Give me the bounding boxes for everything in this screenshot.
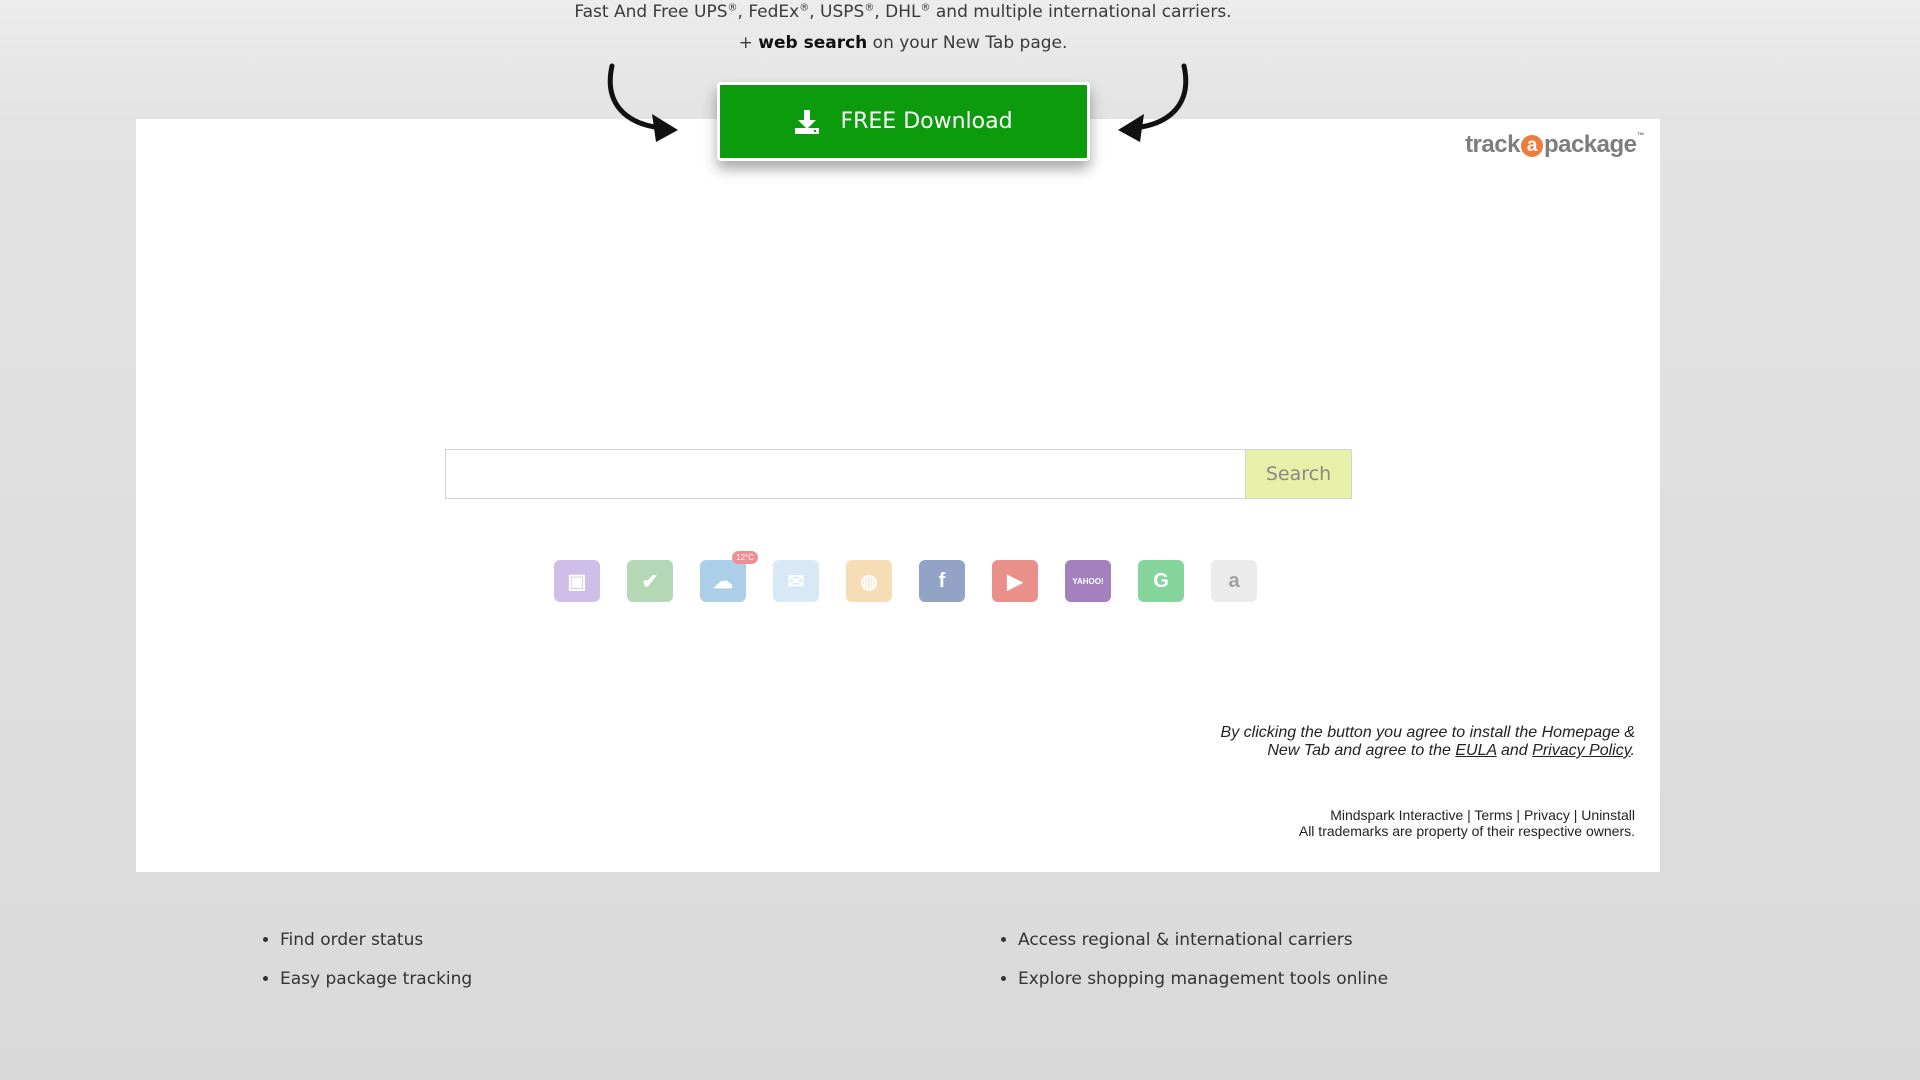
- grammarly-icon[interactable]: G: [1138, 560, 1184, 602]
- terms-link[interactable]: Terms: [1474, 807, 1512, 823]
- tile-glyph: ◍: [860, 570, 878, 593]
- privacy-link[interactable]: Privacy: [1524, 807, 1570, 823]
- globe-icon[interactable]: ◍: [846, 560, 892, 602]
- youtube-icon[interactable]: ▶: [992, 560, 1038, 602]
- feature-item: Access regional & international carriers: [1018, 930, 1388, 950]
- search-bar: Search: [445, 449, 1352, 499]
- tile-glyph: G: [1153, 569, 1169, 592]
- free-download-button[interactable]: FREE Download: [717, 82, 1090, 161]
- uninstall-link[interactable]: Uninstall: [1581, 807, 1635, 823]
- tagline-text: and multiple international carriers.: [930, 2, 1232, 22]
- checklist-icon[interactable]: ✔: [627, 560, 673, 602]
- footer-links: Mindspark Interactive | Terms | Privacy …: [1299, 807, 1635, 839]
- features-list-left: Find order status Easy package tracking: [260, 930, 472, 1008]
- tagline-web-search: + web search on your New Tab page.: [0, 33, 1806, 53]
- legal-text: .: [1630, 742, 1635, 759]
- footer-links-row: Mindspark Interactive | Terms | Privacy …: [1299, 807, 1635, 823]
- tile-glyph: ✉: [787, 570, 805, 593]
- tagline-text: , FedEx: [737, 2, 800, 22]
- registered-mark: ®: [727, 2, 738, 14]
- logo-text: track: [1465, 131, 1520, 158]
- tagline-text: Fast And Free UPS: [574, 2, 728, 22]
- tagline-text: +: [738, 33, 759, 53]
- tile-glyph: ▣: [567, 570, 587, 593]
- install-agreement: By clicking the button you agree to inst…: [1195, 724, 1635, 760]
- registered-mark: ®: [920, 2, 931, 14]
- tile-glyph: ☁: [713, 570, 733, 593]
- temperature-badge: 12°C: [732, 551, 758, 564]
- logo-at-icon: a: [1520, 135, 1543, 157]
- trademark-mark: ™: [1636, 131, 1645, 140]
- mail-icon[interactable]: ✉: [773, 560, 819, 602]
- separator: |: [1512, 807, 1524, 823]
- curved-arrow-left-icon: [607, 63, 678, 142]
- tile-glyph: ▶: [1007, 570, 1023, 593]
- tagline-text: , USPS: [809, 2, 865, 22]
- tile-glyph: f: [938, 569, 946, 592]
- legal-text: and: [1496, 742, 1533, 759]
- weather-icon[interactable]: ☁ 12°C: [700, 551, 758, 602]
- download-icon: [795, 109, 820, 134]
- tagline-carriers: Fast And Free UPS®, FedEx®, USPS®, DHL® …: [0, 2, 1806, 22]
- amazon-icon[interactable]: a: [1211, 560, 1257, 602]
- privacy-policy-link[interactable]: Privacy Policy: [1532, 742, 1630, 759]
- feature-item: Explore shopping management tools online: [1018, 969, 1388, 989]
- features-list-right: Access regional & international carriers…: [998, 930, 1388, 1008]
- tagline-text: , DHL: [874, 2, 921, 22]
- feature-item: Find order status: [280, 930, 472, 950]
- facebook-icon[interactable]: f: [919, 560, 965, 602]
- tile-glyph: ✔: [641, 570, 659, 593]
- quick-links: ▣ ✔ ☁ 12°C ✉ ◍ f ▶ YAHOO! Ga: [554, 551, 1257, 602]
- yahoo-icon[interactable]: YAHOO!: [1065, 560, 1111, 602]
- tile-glyph: YAHOO!: [1072, 576, 1104, 586]
- package-icon[interactable]: ▣: [554, 560, 600, 602]
- tagline-bold: web search: [758, 33, 868, 53]
- tile-glyph: a: [1228, 569, 1240, 592]
- separator: |: [1463, 807, 1475, 823]
- download-label: FREE Download: [840, 109, 1013, 134]
- registered-mark: ®: [799, 2, 810, 14]
- search-button[interactable]: Search: [1245, 449, 1352, 499]
- tagline-text: on your New Tab page.: [867, 33, 1068, 53]
- curved-arrow-right-icon: [1118, 63, 1189, 142]
- logo-text: package: [1543, 131, 1637, 158]
- eula-link[interactable]: EULA: [1455, 742, 1496, 759]
- trademark-notice: All trademarks are property of their res…: [1298, 823, 1635, 839]
- search-input[interactable]: [445, 449, 1245, 499]
- mindspark-link[interactable]: Mindspark Interactive: [1330, 807, 1463, 823]
- preview-panel: track a package™ Search ▣ ✔ ☁ 12°C ✉ ◍ f ▶ YAHOO! G…: [136, 119, 1660, 872]
- feature-item: Easy package tracking: [280, 969, 472, 989]
- registered-mark: ®: [864, 2, 875, 14]
- trackapackage-logo: track a package™: [1465, 131, 1644, 159]
- separator: |: [1569, 807, 1582, 823]
